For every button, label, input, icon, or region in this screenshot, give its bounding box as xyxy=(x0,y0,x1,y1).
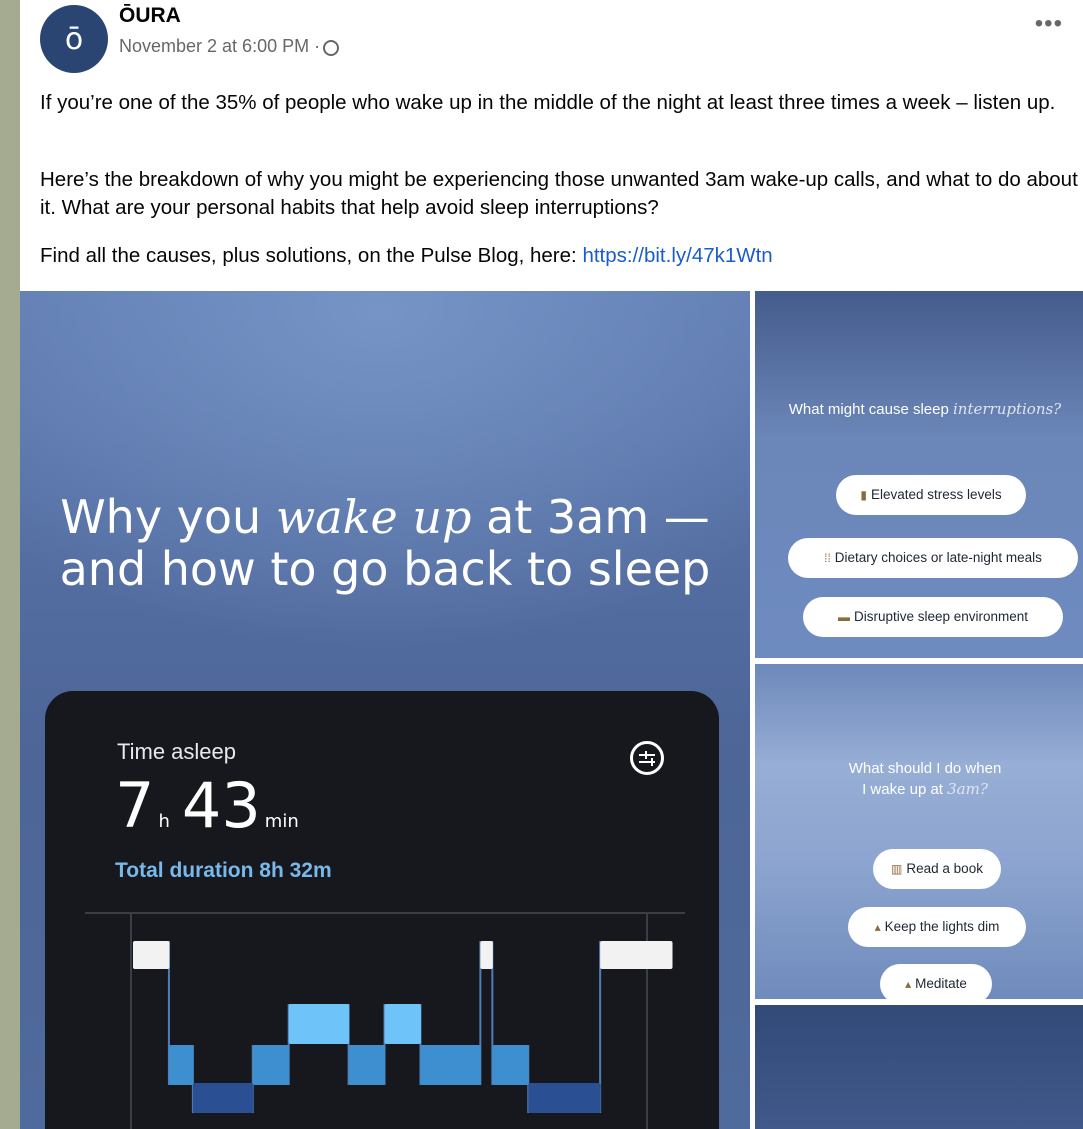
hypnogram-segment-light xyxy=(348,1045,386,1085)
hypnogram-segment-rem xyxy=(384,1004,421,1044)
hypnogram-segment-deep xyxy=(192,1083,254,1113)
post-text-paragraph-2: Here’s the breakdown of why you might be… xyxy=(40,168,1078,219)
hypnogram-segment-awake xyxy=(133,941,170,969)
hypnogram-segment-awake xyxy=(600,941,673,969)
cause-pill-stress: ▮ Elevated stress levels xyxy=(836,475,1026,515)
cause-pill-dietary: ⁞⁞ Dietary choices or late-night meals xyxy=(788,538,1078,578)
cause-pill-environment: ▬ Disruptive sleep environment xyxy=(803,597,1063,637)
solution-pill-read: ▥ Read a book xyxy=(873,849,1001,889)
more-options-icon[interactable]: ••• xyxy=(1035,10,1063,38)
pill-label: Meditate xyxy=(915,976,967,991)
post-timestamp[interactable]: November 2 at 6:00 PM · xyxy=(119,36,320,57)
facebook-post: ō ŌURA November 2 at 6:00 PM · ••• If yo… xyxy=(20,0,1083,1129)
blog-link[interactable]: https://bit.ly/47k1Wtn xyxy=(582,244,772,267)
hypnogram-segment-deep xyxy=(528,1083,601,1113)
hypnogram-segment-light xyxy=(492,1045,529,1085)
solution-pill-lights: ▴ Keep the lights dim xyxy=(848,907,1026,947)
pill-label: Read a book xyxy=(906,861,983,876)
causes-heading-italic: interruptions? xyxy=(953,400,1062,418)
hypnogram-segment-light xyxy=(252,1045,290,1085)
page-avatar[interactable]: ō xyxy=(40,5,108,73)
globe-icon xyxy=(323,39,340,56)
post-text-paragraph-3: Find all the causes, plus solutions, on … xyxy=(40,242,1080,270)
headline-text-b: at 3am — xyxy=(486,490,710,544)
hypnogram-segment-awake xyxy=(480,941,493,969)
solutions-heading-italic: 3am? xyxy=(947,780,988,798)
headline-line-2: and how to go back to sleep xyxy=(59,542,711,596)
carousel-image-2[interactable]: What might cause sleep interruptions? ▮ E… xyxy=(755,291,1083,658)
carousel-image-4[interactable] xyxy=(755,1005,1083,1129)
bed-icon: ▬ xyxy=(837,610,850,624)
hypnogram-segment-light xyxy=(168,1045,194,1085)
candle-icon: ▴ xyxy=(874,920,881,934)
main-image[interactable]: Why you wake up at 3am — and how to go b… xyxy=(20,291,750,1129)
pill-label: Elevated stress levels xyxy=(871,487,1002,502)
solutions-heading: What should I do when I wake up at 3am? xyxy=(755,759,1083,800)
paragraph-3-text: Find all the causes, plus solutions, on … xyxy=(40,244,577,267)
hypnogram-segment-rem xyxy=(288,1004,350,1044)
post-media-grid: Why you wake up at 3am — and how to go b… xyxy=(20,291,1083,1129)
post-text-paragraph-1: If you’re one of the 35% of people who w… xyxy=(40,91,1056,114)
solutions-heading-line-1: What should I do when xyxy=(848,760,1002,777)
hypnogram-chart xyxy=(85,912,685,1129)
avatar-logo: ō xyxy=(64,21,84,57)
headline-line-1: Why you wake up at 3am — xyxy=(20,491,750,543)
carousel-image-3[interactable]: What should I do when I wake up at 3am? … xyxy=(755,664,1083,999)
solutions-heading-text: I wake up at xyxy=(862,781,943,798)
headline-text-a: Why you xyxy=(60,490,262,544)
page-name[interactable]: ŌURA xyxy=(119,4,181,28)
pill-label: Keep the lights dim xyxy=(884,919,1000,934)
meditation-icon: ▴ xyxy=(905,977,912,991)
solutions-heading-line-2: I wake up at 3am? xyxy=(755,779,1083,800)
utensils-icon: ⁞⁞ xyxy=(824,551,831,565)
hypnogram-segment-light xyxy=(420,1045,481,1085)
pill-label: Disruptive sleep environment xyxy=(853,609,1029,624)
house-icon: ▮ xyxy=(860,488,868,502)
image-headline: Why you wake up at 3am — and how to go b… xyxy=(20,491,750,595)
post-meta: November 2 at 6:00 PM · xyxy=(119,36,340,57)
headline-italic: wake up xyxy=(275,490,472,544)
book-icon: ▥ xyxy=(891,862,903,876)
solution-pill-meditate: ▴ Meditate xyxy=(880,964,992,999)
sleep-card: Time asleep 7 h 43 min Total duration 8h 32… xyxy=(45,691,719,1129)
causes-heading-text: What might cause sleep xyxy=(788,401,949,418)
pill-label: Dietary choices or late-night meals xyxy=(834,550,1042,565)
causes-heading: What might cause sleep interruptions? xyxy=(755,399,1083,420)
